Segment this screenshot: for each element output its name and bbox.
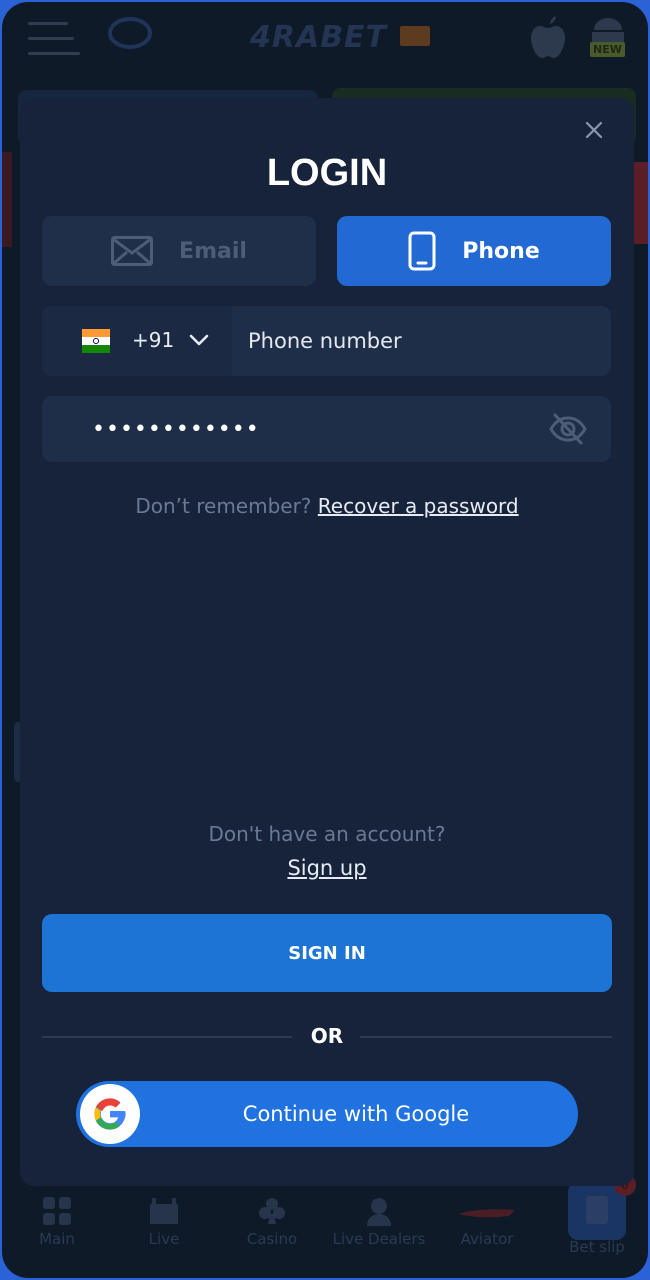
chat-icon[interactable] <box>108 16 154 52</box>
tab-email[interactable]: Email <box>42 216 316 286</box>
india-flag-icon <box>82 329 110 353</box>
nav-label: Live <box>148 1230 180 1248</box>
app-header: 4RABET NEW <box>2 2 648 82</box>
google-logo-badge <box>80 1084 140 1144</box>
divider-right <box>360 1036 612 1038</box>
grid-icon <box>43 1197 71 1225</box>
smartphone-icon <box>408 231 436 271</box>
nav-item-casino[interactable]: Casino <box>217 1188 327 1268</box>
envelope-icon <box>111 236 154 266</box>
dealer-icon <box>367 1198 391 1226</box>
password-field-group <box>42 396 611 462</box>
google-button-label: Continue with Google <box>242 1102 470 1126</box>
region-flag-icon <box>400 26 430 46</box>
nav-item-aviator[interactable]: Aviator <box>432 1188 542 1268</box>
country-code-select[interactable]: +91 <box>42 306 232 376</box>
brand-logo[interactable]: 4RABET <box>250 20 387 55</box>
nav-item-main[interactable]: Main <box>2 1188 112 1268</box>
continue-with-google-button[interactable]: Continue with Google <box>76 1081 578 1147</box>
google-icon <box>94 1098 126 1130</box>
phone-field-group: +91 <box>42 306 611 376</box>
nav-item-live[interactable]: Live <box>109 1188 219 1268</box>
nav-label: Casino <box>246 1230 298 1248</box>
tab-phone-label: Phone <box>462 238 540 264</box>
stadium-icon <box>150 1198 178 1224</box>
password-input[interactable] <box>42 396 532 462</box>
nav-label: Bet slip <box>569 1238 625 1256</box>
dial-code: +91 <box>132 328 175 352</box>
hamburger-menu-icon[interactable] <box>28 22 82 56</box>
close-icon[interactable] <box>582 118 606 142</box>
nav-item-bet-slip[interactable]: Bet slip <box>542 1238 648 1268</box>
background-accent <box>2 152 12 247</box>
sign-in-button[interactable]: SIGN IN <box>42 914 612 992</box>
eye-off-icon[interactable] <box>548 412 588 446</box>
device-frame: 4RABET NEW Main Live Casino Live Dealers… <box>2 2 648 1278</box>
bottom-nav: Main Live Casino Live Dealers Aviator Be… <box>2 1174 648 1278</box>
recover-password-link[interactable]: Recover a password <box>318 494 519 518</box>
plane-icon <box>459 1209 515 1218</box>
sign-up-link[interactable]: Sign up <box>20 856 634 880</box>
club-icon <box>259 1198 285 1224</box>
nav-item-live-dealers[interactable]: Live Dealers <box>324 1188 434 1268</box>
apple-icon[interactable] <box>528 16 568 60</box>
recover-password-line: Don’t remember? Recover a password <box>20 494 634 518</box>
nav-label: Aviator <box>460 1230 514 1248</box>
tab-phone[interactable]: Phone <box>337 216 611 286</box>
tab-email-label: Email <box>179 238 247 264</box>
modal-title: LOGIN <box>266 152 388 194</box>
chevron-down-icon <box>189 334 209 346</box>
nav-label: Main <box>39 1230 75 1248</box>
new-badge: NEW <box>590 42 625 57</box>
phone-number-input[interactable] <box>232 306 611 376</box>
no-account-prompt: Don't have an account? <box>208 822 446 846</box>
recover-prefix: Don’t remember? <box>135 494 312 518</box>
nav-label: Live Dealers <box>332 1230 426 1248</box>
login-modal: LOGIN Email Phone +91 Phone number •••••… <box>20 98 634 1186</box>
